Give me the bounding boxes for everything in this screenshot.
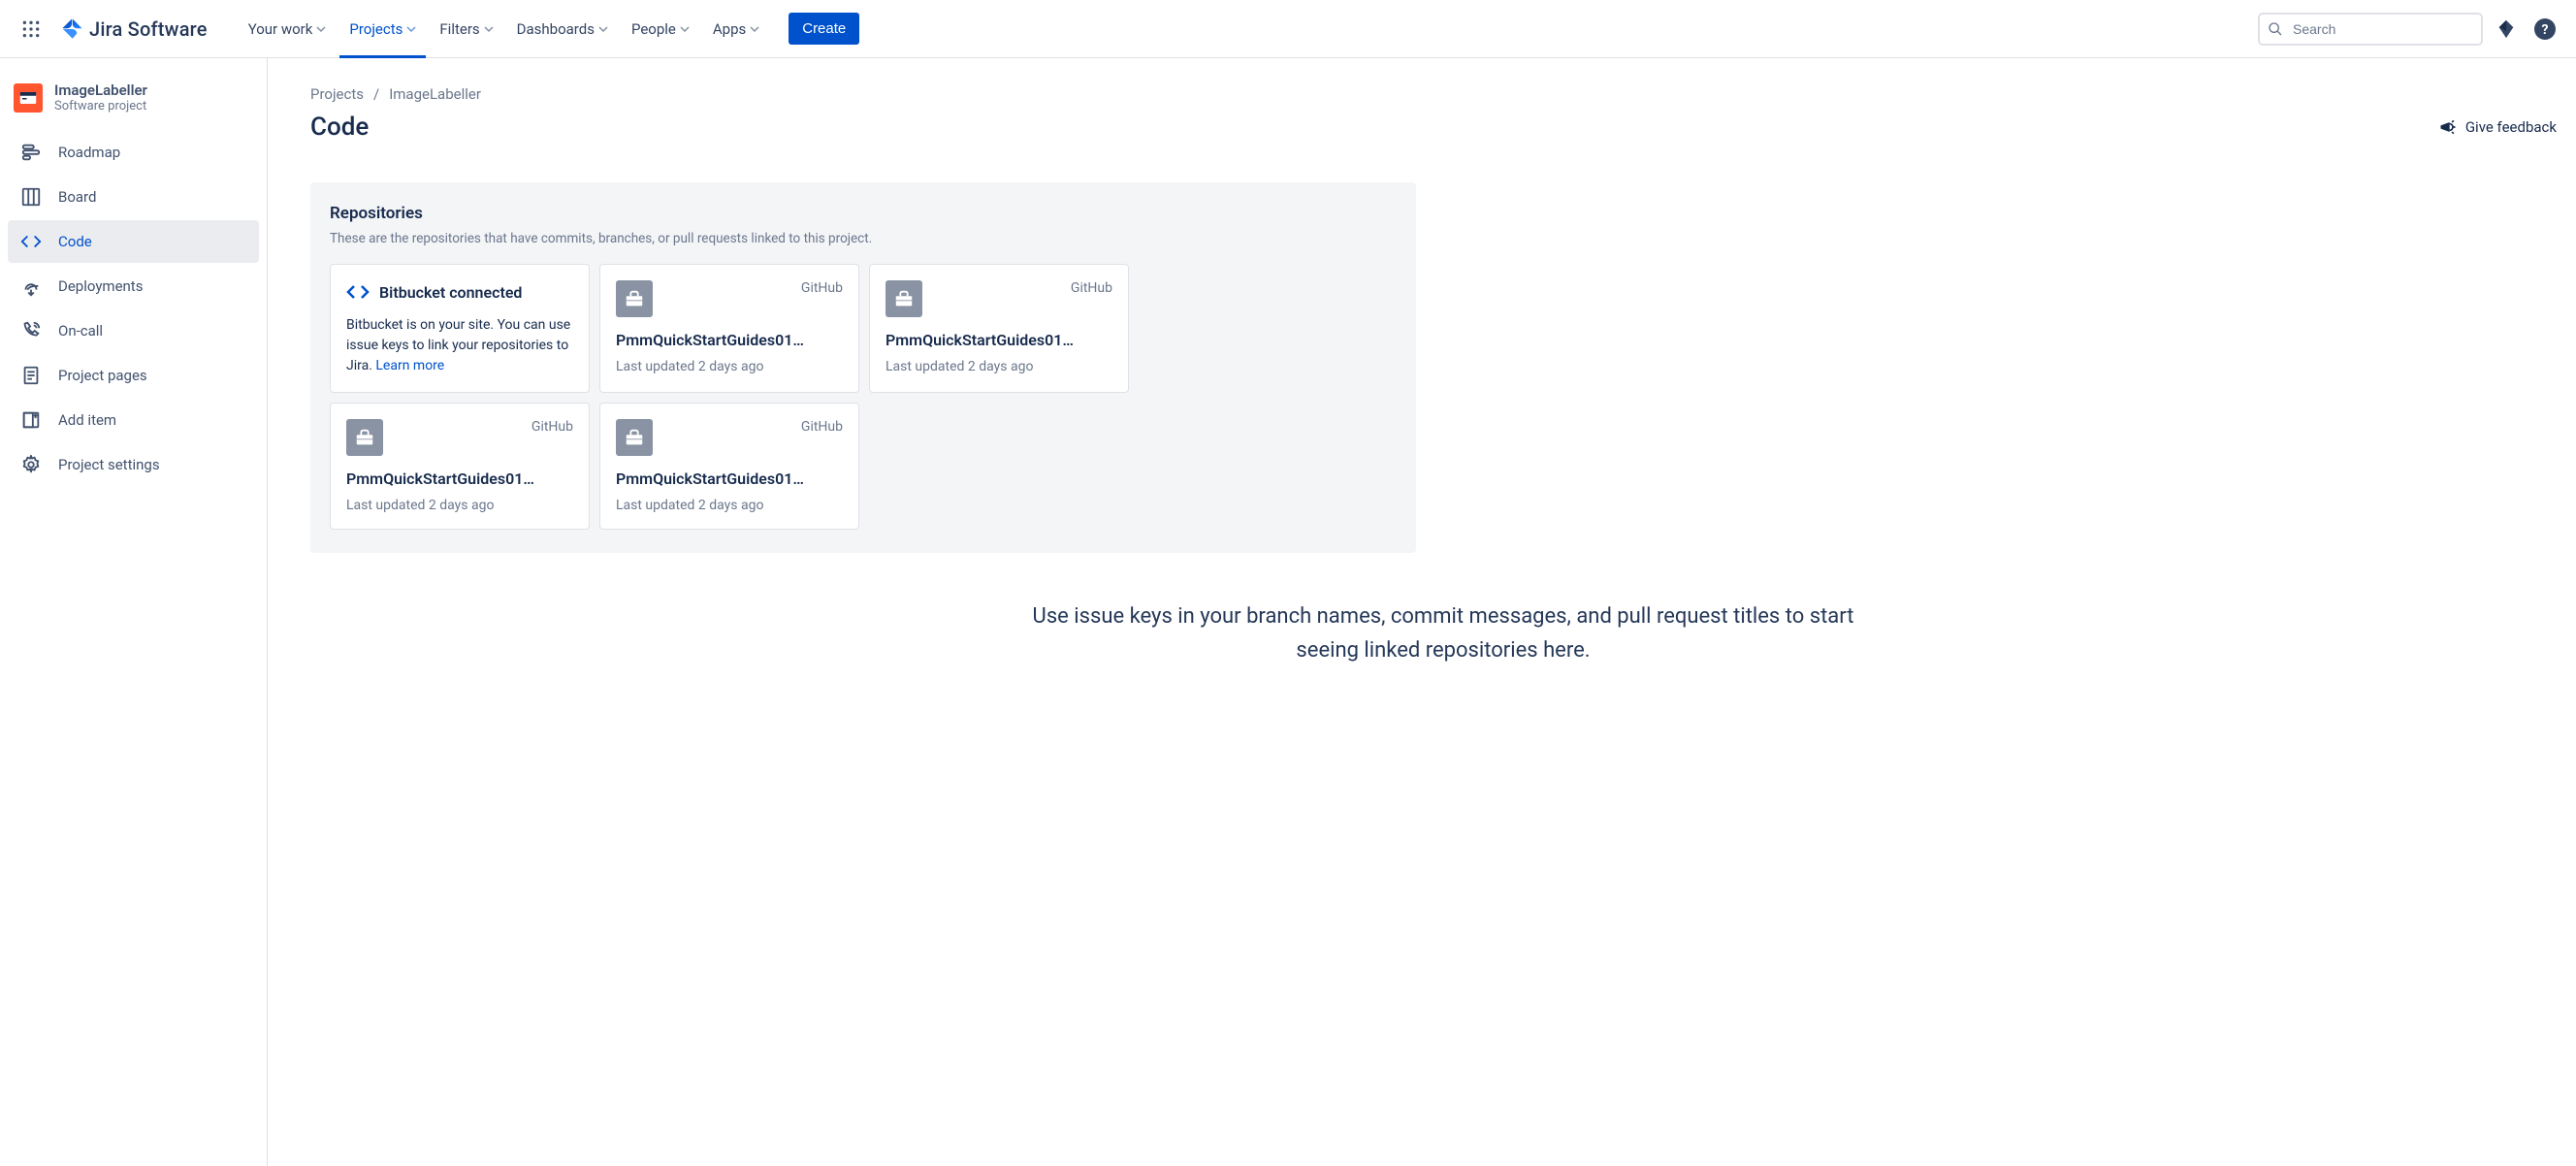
breadcrumb-root[interactable]: Projects <box>310 85 364 103</box>
chevron-down-icon <box>680 24 690 34</box>
toolbox-icon <box>886 280 922 317</box>
create-button[interactable]: Create <box>789 13 859 45</box>
breadcrumb-project[interactable]: ImageLabeller <box>389 85 481 103</box>
nav-people[interactable]: People <box>622 0 699 58</box>
project-header[interactable]: ImageLabeller Software project <box>8 81 259 131</box>
sidebar-item-label: On-call <box>58 322 103 340</box>
repo-card[interactable]: GitHub PmmQuickStartGuides01… Last updat… <box>869 264 1129 393</box>
chevron-down-icon <box>484 24 494 34</box>
search-icon <box>2268 21 2283 37</box>
project-type: Software project <box>54 99 147 113</box>
chevron-down-icon <box>598 24 608 34</box>
repo-provider: GitHub <box>531 419 573 435</box>
nav-apps[interactable]: Apps <box>703 0 769 58</box>
sidebar-item-label: Add item <box>58 411 116 429</box>
repo-card[interactable]: GitHub PmmQuickStartGuides01… Last updat… <box>599 403 859 530</box>
sidebar-item-label: Project settings <box>58 456 160 473</box>
help-icon[interactable]: ? <box>2529 14 2560 45</box>
project-name: ImageLabeller <box>54 81 147 99</box>
sidebar-item-deployments[interactable]: Deployments <box>8 265 259 308</box>
repositories-panel: Repositories These are the repositories … <box>310 182 1416 553</box>
sidebar-item-settings[interactable]: Project settings <box>8 443 259 486</box>
repo-provider: GitHub <box>801 419 843 435</box>
toolbox-icon <box>616 419 653 456</box>
sidebar-item-oncall[interactable]: On-call <box>8 309 259 352</box>
megaphone-icon <box>2438 117 2458 137</box>
roadmap-icon <box>19 141 43 164</box>
chevron-down-icon <box>316 24 326 34</box>
top-navigation: Jira Software Your work Projects Filters… <box>0 0 2576 58</box>
repo-updated: Last updated 2 days ago <box>616 359 843 374</box>
nav-dashboards[interactable]: Dashboards <box>507 0 618 58</box>
bitbucket-connected-card[interactable]: Bitbucket connected Bitbucket is on your… <box>330 264 590 393</box>
repositories-heading: Repositories <box>330 204 1397 223</box>
sidebar-item-label: Project pages <box>58 367 147 384</box>
product-name: Jira Software <box>89 17 208 41</box>
pages-icon <box>19 364 43 387</box>
jira-logo-icon <box>60 17 83 41</box>
give-feedback-button[interactable]: Give feedback <box>2438 117 2576 137</box>
product-logo[interactable]: Jira Software <box>54 17 213 41</box>
repo-card[interactable]: GitHub PmmQuickStartGuides01… Last updat… <box>599 264 859 393</box>
bitbucket-card-title: Bitbucket connected <box>379 283 522 302</box>
repo-name: PmmQuickStartGuides01… <box>616 331 843 349</box>
board-icon <box>19 185 43 209</box>
notifications-icon[interactable] <box>2491 14 2522 45</box>
gear-icon <box>19 453 43 476</box>
sidebar: ImageLabeller Software project Roadmap B… <box>0 58 268 1166</box>
learn-more-link[interactable]: Learn more <box>375 358 444 373</box>
repo-provider: GitHub <box>801 280 843 296</box>
toolbox-icon <box>616 280 653 317</box>
chevron-down-icon <box>406 24 416 34</box>
repo-updated: Last updated 2 days ago <box>616 498 843 513</box>
deployments-icon <box>19 275 43 298</box>
repo-name: PmmQuickStartGuides01… <box>886 331 1112 349</box>
code-icon <box>19 230 43 253</box>
repo-name: PmmQuickStartGuides01… <box>616 470 843 488</box>
sidebar-item-label: Code <box>58 233 92 250</box>
nav-filters[interactable]: Filters <box>430 0 502 58</box>
app-switcher-icon[interactable] <box>16 14 47 45</box>
breadcrumb: Projects / ImageLabeller <box>310 85 2576 103</box>
sidebar-item-project-pages[interactable]: Project pages <box>8 354 259 397</box>
svg-text:?: ? <box>2542 22 2549 38</box>
toolbox-icon <box>346 419 383 456</box>
repo-provider: GitHub <box>1071 280 1112 296</box>
sidebar-item-board[interactable]: Board <box>8 176 259 218</box>
repo-updated: Last updated 2 days ago <box>886 359 1112 374</box>
repositories-subtext: These are the repositories that have com… <box>330 231 1397 246</box>
repo-card[interactable]: GitHub PmmQuickStartGuides01… Last updat… <box>330 403 590 530</box>
sidebar-item-roadmap[interactable]: Roadmap <box>8 131 259 174</box>
sidebar-item-code[interactable]: Code <box>8 220 259 263</box>
sidebar-item-label: Deployments <box>58 277 143 295</box>
repo-updated: Last updated 2 days ago <box>346 498 573 513</box>
bitbucket-card-body: Bitbucket is on your site. You can use i… <box>346 315 573 376</box>
sidebar-item-label: Roadmap <box>58 144 120 161</box>
search-wrap <box>2258 13 2483 46</box>
main-content: Projects / ImageLabeller Code Give feedb… <box>268 58 2576 1166</box>
repo-name: PmmQuickStartGuides01… <box>346 470 573 488</box>
page-title: Code <box>310 113 369 142</box>
chevron-down-icon <box>750 24 759 34</box>
oncall-icon <box>19 319 43 342</box>
empty-state-message: Use issue keys in your branch names, com… <box>1007 599 1880 667</box>
nav-items: Your work Projects Filters Dashboards Pe… <box>239 0 770 57</box>
project-avatar-icon <box>14 83 43 113</box>
add-item-icon <box>19 408 43 432</box>
nav-projects[interactable]: Projects <box>339 0 426 58</box>
nav-your-work[interactable]: Your work <box>239 0 337 58</box>
search-input[interactable] <box>2258 13 2483 46</box>
sidebar-item-label: Board <box>58 188 96 206</box>
sidebar-item-add[interactable]: Add item <box>8 399 259 441</box>
code-brackets-icon <box>346 280 370 304</box>
